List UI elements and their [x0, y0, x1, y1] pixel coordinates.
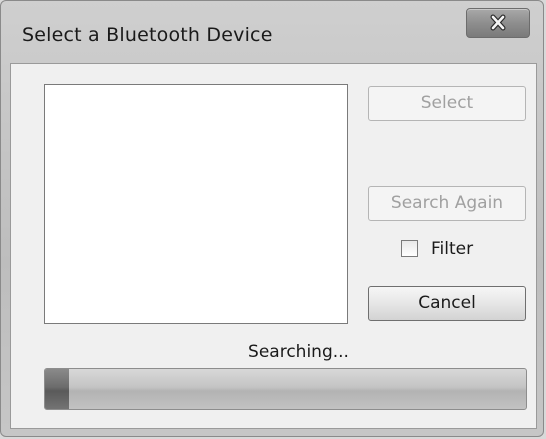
- progress-fill: [45, 369, 69, 409]
- cancel-button[interactable]: Cancel: [368, 286, 526, 321]
- title-bar[interactable]: Select a Bluetooth Device: [1, 1, 543, 61]
- search-again-button[interactable]: Search Again: [368, 186, 526, 221]
- select-button[interactable]: Select: [368, 86, 526, 121]
- filter-label: Filter: [431, 239, 474, 259]
- progress-bar: [44, 368, 527, 410]
- bluetooth-dialog: Select a Bluetooth Device Select Search …: [0, 0, 544, 437]
- window-title: Select a Bluetooth Device: [22, 24, 273, 46]
- device-list[interactable]: [44, 84, 348, 324]
- close-button[interactable]: [466, 8, 530, 38]
- close-x-icon: [490, 14, 506, 31]
- status-text: Searching...: [248, 342, 349, 362]
- filter-checkbox[interactable]: [401, 240, 418, 257]
- dialog-body: Select Search Again Filter Cancel Search…: [10, 63, 537, 429]
